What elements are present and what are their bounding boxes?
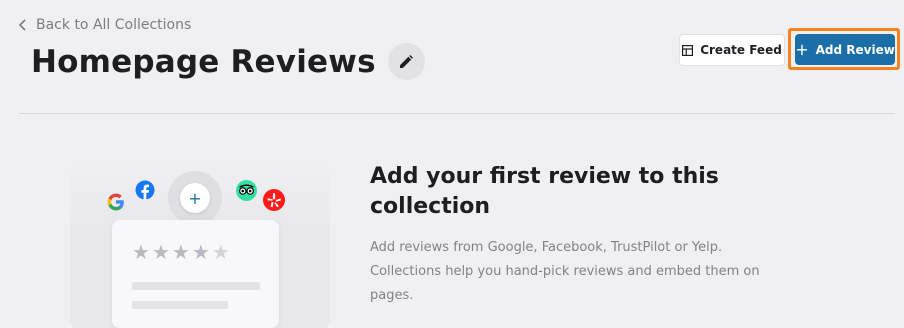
star-icon: ★ [211,240,230,264]
empty-state-description: Add reviews from Google, Facebook, Trust… [370,240,760,303]
page-title: Homepage Reviews [31,43,376,80]
yelp-icon [263,189,285,211]
star-icon: ★ [171,240,190,264]
text-line-placeholder [132,301,228,309]
text-line-placeholder [132,282,260,290]
google-icon [107,193,124,211]
rating-stars: ★ ★ ★ ★ ★ [132,242,230,262]
star-icon: ★ [132,240,150,264]
edit-title-button[interactable] [387,43,425,80]
review-card-placeholder: ★ ★ ★ ★ ★ [112,220,279,328]
empty-state-illustration: + ★ ★ ★ ★ ★ [70,160,330,328]
pencil-icon [400,54,414,68]
add-review-button[interactable]: + Add Review [795,34,895,65]
add-review-label: Add Review [815,42,895,57]
plus-icon: + [188,188,202,208]
plus-icon: + [795,39,809,59]
chevron-left-icon [18,19,26,31]
create-feed-button[interactable]: Create Feed [679,34,785,66]
tripadvisor-icon [236,180,257,201]
header-divider [19,113,895,114]
facebook-icon [135,180,155,200]
back-link-label: Back to All Collections [36,17,192,33]
layout-icon [682,44,694,56]
create-feed-label: Create Feed [700,43,782,57]
add-review-plus-button[interactable]: + [180,183,210,213]
empty-state-heading: Add your first review to this collection [370,164,719,219]
star-icon: ★ [151,240,170,264]
back-to-collections-link[interactable]: Back to All Collections [18,17,191,33]
star-icon: ★ [191,240,210,264]
page-title-row: Homepage Reviews [31,43,425,80]
